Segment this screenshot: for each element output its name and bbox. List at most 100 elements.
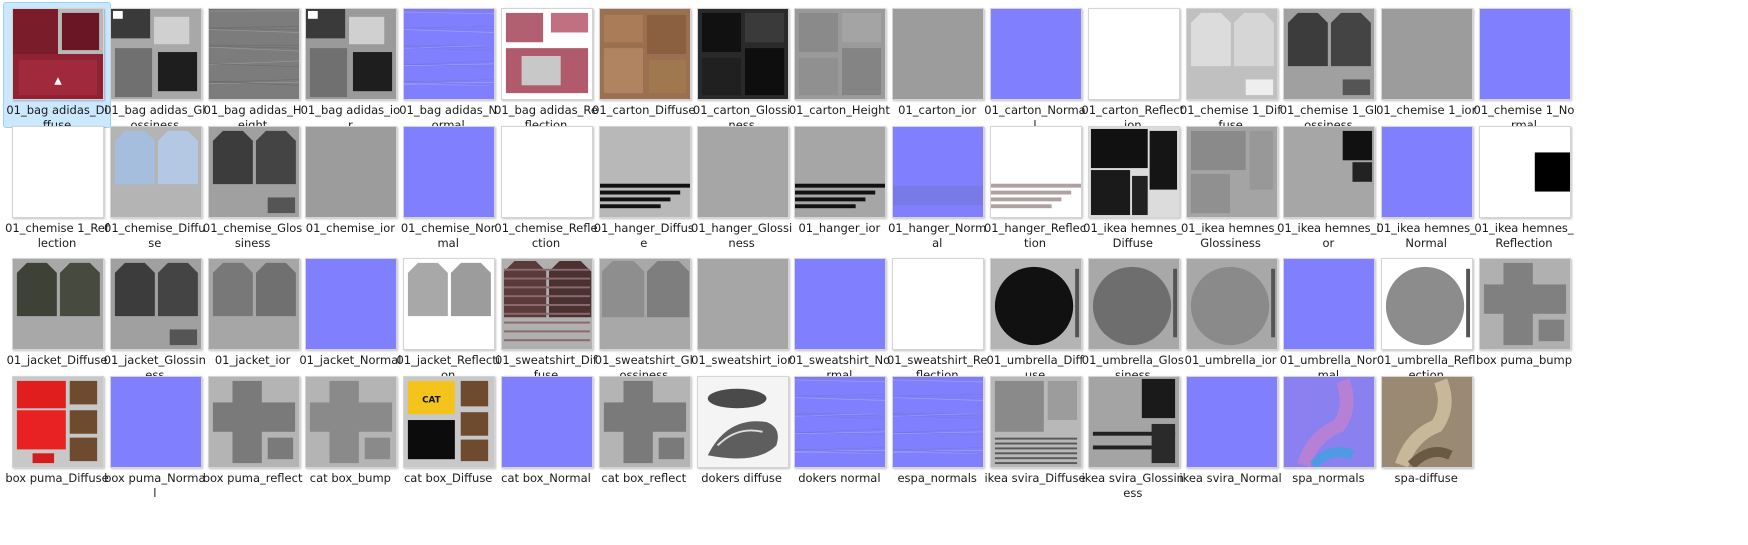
- file-item[interactable]: 01_bag adidas_Glossiness: [101, 2, 209, 132]
- file-item[interactable]: CAT cat box_Diffuse: [394, 370, 502, 496]
- file-item[interactable]: dokers diffuse: [688, 370, 796, 496]
- file-item[interactable]: 01_sweatshirt_Diffuse: [492, 252, 600, 382]
- texture-thumbnail-icon: [794, 126, 887, 218]
- file-item[interactable]: espa_normals: [883, 370, 991, 496]
- file-item[interactable]: ikea svira_Diffuse: [981, 370, 1089, 496]
- file-item[interactable]: 01_chemise_Reflection: [492, 120, 600, 250]
- texture-thumbnail-icon: [501, 126, 593, 218]
- file-item[interactable]: ▲ 01_bag adidas_Diffuse: [3, 2, 111, 132]
- file-item[interactable]: 01_hanger_Reflection: [981, 120, 1089, 250]
- file-item[interactable]: 01_jacket_Normal: [296, 252, 404, 378]
- file-item[interactable]: 01_carton_Diffuse: [590, 2, 698, 128]
- file-item[interactable]: 01_chemise_Glossiness: [199, 120, 307, 250]
- file-item[interactable]: cat box_Normal: [492, 370, 600, 496]
- texture-thumbnail-icon: [207, 8, 300, 100]
- texture-thumbnail-icon: [794, 376, 887, 468]
- file-item[interactable]: 01_bag adidas_Height: [199, 2, 307, 132]
- file-item[interactable]: 01_chemise 1_Glossiness: [1274, 2, 1382, 132]
- file-name-label: 01_carton_ior: [898, 103, 977, 117]
- file-item[interactable]: 01_hanger_Glossiness: [688, 120, 796, 250]
- file-item[interactable]: 01_sweatshirt_Glossiness: [590, 252, 698, 382]
- file-name-label: ikea svira_Normal: [1179, 471, 1282, 485]
- texture-thumbnail-icon: [892, 126, 985, 218]
- file-name-label: cat box_reflect: [601, 471, 687, 485]
- svg-text:▲: ▲: [54, 75, 62, 86]
- file-item[interactable]: dokers normal: [785, 370, 893, 496]
- file-item[interactable]: 01_umbrella_ior: [1177, 252, 1285, 378]
- texture-thumbnail-icon: [1087, 8, 1180, 100]
- file-item[interactable]: spa_normals: [1274, 370, 1382, 496]
- file-item[interactable]: ikea svira_Normal: [1177, 370, 1285, 496]
- file-item[interactable]: 01_chemise 1_Reflection: [3, 120, 111, 250]
- file-item[interactable]: 01_hanger_ior: [785, 120, 893, 246]
- texture-thumbnail-icon: [990, 126, 1082, 218]
- file-item[interactable]: spa-diffuse: [1372, 370, 1480, 496]
- texture-thumbnail-icon: [1283, 126, 1376, 218]
- file-item[interactable]: 01_ikea hemnes_Glossiness: [1177, 120, 1285, 250]
- file-item[interactable]: 01_umbrella_Diffuse: [981, 252, 1089, 382]
- file-item[interactable]: 01_jacket_Glossiness: [101, 252, 209, 382]
- file-item[interactable]: 01_jacket_ior: [199, 252, 307, 378]
- file-name-label: 01_hanger_Glossiness: [691, 221, 793, 250]
- file-item[interactable]: box puma_bump: [1470, 252, 1578, 378]
- file-item[interactable]: 01_sweatshirt_Reflection: [883, 252, 991, 382]
- texture-thumbnail-icon: [305, 8, 398, 100]
- file-item[interactable]: cat box_bump: [296, 370, 404, 496]
- texture-thumbnail-icon: [794, 8, 887, 100]
- texture-thumbnail-icon: [1283, 258, 1376, 350]
- file-item[interactable]: 01_ikea hemnes_Normal: [1372, 120, 1480, 250]
- file-item[interactable]: 01_hanger_Diffuse: [590, 120, 698, 250]
- file-name-label: 01_ikea hemnes_Diffuse: [1083, 221, 1183, 250]
- file-item[interactable]: 01_chemise 1_Normal: [1470, 2, 1578, 132]
- file-name-label: espa_normals: [897, 471, 977, 485]
- file-item[interactable]: 01_carton_Normal: [981, 2, 1089, 132]
- texture-thumbnail-icon: [207, 258, 300, 350]
- file-item[interactable]: 01_carton_Reflection: [1079, 2, 1187, 132]
- texture-thumbnail-icon: [1381, 376, 1474, 468]
- file-item[interactable]: 01_chemise_Diffuse: [101, 120, 209, 250]
- texture-thumbnail-icon: [892, 376, 985, 468]
- texture-thumbnail-icon: [109, 258, 202, 350]
- file-name-label: 01_ikea hemnes_Glossiness: [1180, 221, 1281, 250]
- file-item[interactable]: 01_chemise_Normal: [394, 120, 502, 250]
- file-item[interactable]: 01_ikea hemnes_Reflection: [1470, 120, 1578, 250]
- file-item[interactable]: 01_ikea hemnes_ior: [1274, 120, 1382, 250]
- file-item[interactable]: 01_jacket_Reflection: [394, 252, 502, 382]
- file-item[interactable]: 01_ikea hemnes_Diffuse: [1079, 120, 1187, 250]
- file-item[interactable]: cat box_reflect: [590, 370, 698, 496]
- file-item[interactable]: 01_bag adidas_Reflection: [492, 2, 600, 132]
- file-item[interactable]: 01_chemise_ior: [296, 120, 404, 246]
- file-item[interactable]: 01_bag adidas_ior: [296, 2, 404, 132]
- file-item[interactable]: 01_bag adidas_Normal: [394, 2, 502, 132]
- texture-thumbnail-icon: [1381, 258, 1474, 350]
- file-name-label: 01_sweatshirt_ior: [691, 353, 793, 367]
- file-item[interactable]: 01_sweatshirt_ior: [688, 252, 796, 378]
- file-item[interactable]: 01_carton_ior: [883, 2, 991, 128]
- file-item[interactable]: ikea svira_Glossiness: [1079, 370, 1187, 500]
- file-item[interactable]: 01_umbrella_Glossiness: [1079, 252, 1187, 382]
- file-name-label: dokers diffuse: [701, 471, 782, 485]
- file-item[interactable]: box puma_Diffuse: [3, 370, 111, 496]
- file-item[interactable]: 01_chemise 1_ior: [1372, 2, 1480, 128]
- texture-thumbnail-icon: [1185, 126, 1278, 218]
- file-item[interactable]: 01_umbrella_Normal: [1274, 252, 1382, 382]
- texture-thumbnail-icon: ▲: [12, 8, 104, 100]
- file-item[interactable]: 01_hanger_Normal: [883, 120, 991, 250]
- file-item[interactable]: 01_chemise 1_Diffuse: [1177, 2, 1285, 132]
- file-item[interactable]: box puma_reflect: [199, 370, 307, 496]
- file-item[interactable]: 01_carton_Glossiness: [688, 2, 796, 132]
- file-item[interactable]: 01_carton_Height: [785, 2, 893, 128]
- file-name-label: box puma_Diffuse: [5, 471, 109, 485]
- texture-thumbnail-icon: [1381, 8, 1474, 100]
- file-item[interactable]: box puma_Normal: [101, 370, 209, 500]
- file-name-label: 01_ikea hemnes_ior: [1277, 221, 1380, 250]
- texture-thumbnail-icon: [1087, 258, 1180, 350]
- texture-thumbnail-icon: [12, 126, 104, 218]
- file-item[interactable]: 01_sweatshirt_Normal: [785, 252, 893, 382]
- texture-thumbnail-icon: [598, 8, 691, 100]
- file-name-label: 01_hanger_Reflection: [983, 221, 1087, 250]
- file-item[interactable]: 01_umbrella_Reflection: [1372, 252, 1480, 382]
- file-item[interactable]: 01_jacket_Diffuse: [3, 252, 111, 378]
- file-name-label: cat box_Diffuse: [403, 471, 493, 485]
- file-name-label: box puma_Normal: [104, 471, 206, 500]
